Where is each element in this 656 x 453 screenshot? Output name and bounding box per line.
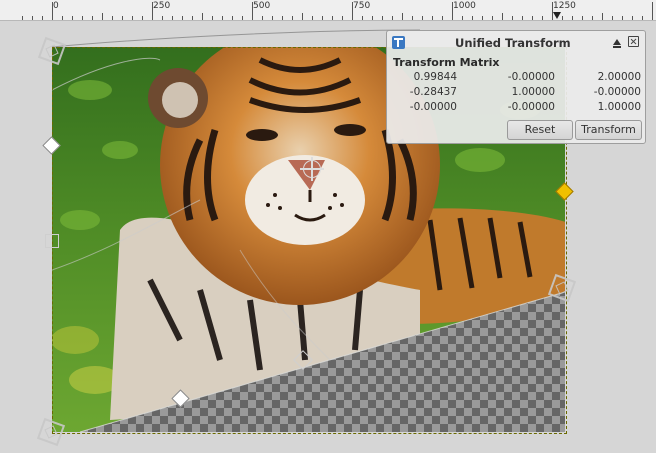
matrix-cell: -0.00000 — [409, 101, 457, 113]
pivot-handle[interactable] — [300, 157, 324, 181]
transform-matrix: 0.99844 -0.00000 2.00000 -0.28437 1.0000… — [387, 71, 645, 116]
matrix-cell: 1.00000 — [597, 101, 641, 113]
unified-transform-dialog[interactable]: Unified Transform Transform Matrix 0.998… — [386, 30, 646, 144]
reset-button[interactable]: Reset — [507, 120, 573, 140]
eject-icon[interactable] — [613, 39, 621, 48]
matrix-cell: -0.00000 — [507, 101, 555, 113]
matrix-cell: -0.28437 — [409, 86, 457, 98]
dialog-title: Unified Transform — [455, 36, 571, 50]
unified-transform-icon — [392, 36, 405, 49]
dialog-header[interactable]: Unified Transform — [387, 31, 645, 53]
close-icon[interactable] — [628, 36, 639, 47]
matrix-cell: -0.00000 — [507, 71, 555, 83]
transform-matrix-label: Transform Matrix — [393, 56, 500, 69]
matrix-row: -0.28437 1.00000 -0.00000 — [387, 86, 645, 101]
matrix-cell: 2.00000 — [597, 71, 641, 83]
matrix-cell: -0.00000 — [593, 86, 641, 98]
transform-button[interactable]: Transform — [575, 120, 642, 140]
matrix-row: 0.99844 -0.00000 2.00000 — [387, 71, 645, 86]
matrix-cell: 1.00000 — [511, 86, 555, 98]
matrix-row: -0.00000 -0.00000 1.00000 — [387, 101, 645, 116]
matrix-cell: 0.99844 — [413, 71, 457, 83]
scale-handle[interactable] — [45, 234, 59, 248]
